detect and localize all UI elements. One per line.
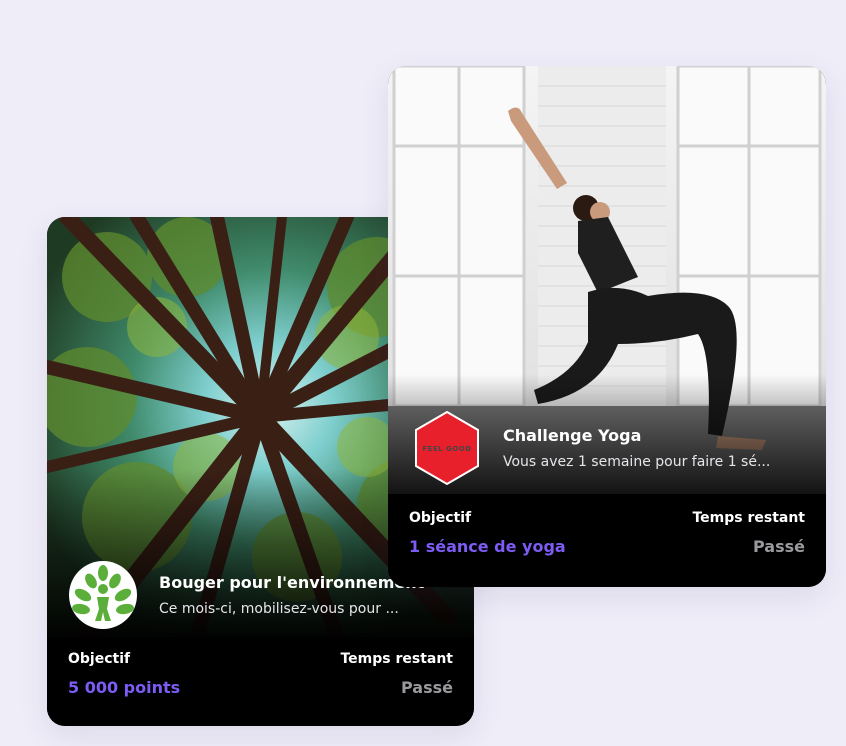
objective-label: Objectif bbox=[68, 651, 131, 667]
objective-value: 5 000 points bbox=[68, 678, 181, 697]
time-remaining-value: Passé bbox=[401, 678, 453, 697]
challenge-info: Objectif Temps restant 5 000 points Pass… bbox=[47, 637, 474, 726]
time-remaining-label: Temps restant bbox=[692, 510, 805, 526]
time-remaining-label: Temps restant bbox=[340, 651, 453, 667]
challenge-description: Vous avez 1 semaine pour faire 1 sé... bbox=[503, 454, 771, 470]
time-remaining-value: Passé bbox=[753, 537, 805, 556]
tree-person-icon bbox=[67, 557, 139, 633]
challenge-card-yoga[interactable]: FEEL GOOD Challenge Yoga Vous avez 1 sem… bbox=[388, 66, 826, 587]
objective-label: Objectif bbox=[409, 510, 472, 526]
feel-good-badge-icon: FEEL GOOD bbox=[411, 410, 483, 486]
challenge-info: Objectif Temps restant 1 séance de yoga … bbox=[388, 494, 826, 587]
objective-value: 1 séance de yoga bbox=[409, 537, 566, 556]
challenge-title: Bouger pour l'environnement bbox=[159, 573, 425, 592]
challenge-headline: FEEL GOOD Challenge Yoga Vous avez 1 sem… bbox=[411, 410, 826, 486]
challenge-title: Challenge Yoga bbox=[503, 426, 642, 445]
challenge-description: Ce mois-ci, mobilisez-vous pour ... bbox=[159, 601, 399, 617]
svg-text:FEEL GOOD: FEEL GOOD bbox=[422, 445, 471, 453]
